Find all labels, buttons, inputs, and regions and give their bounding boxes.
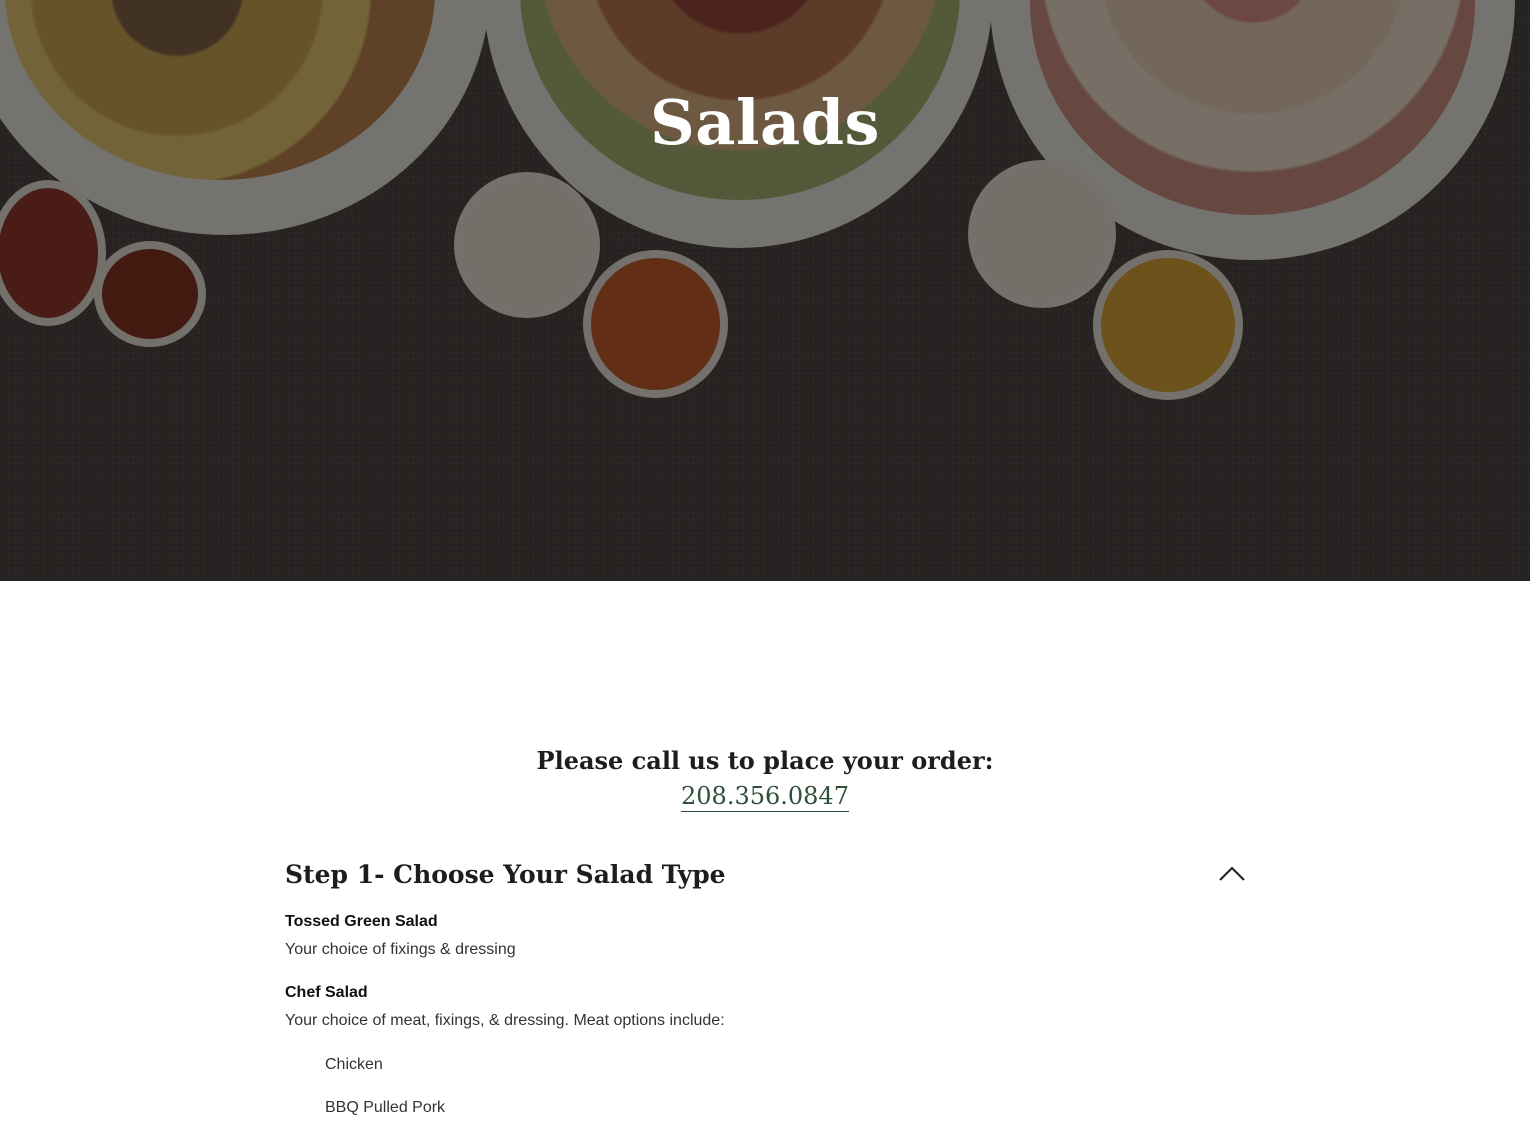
- chevron-up-icon[interactable]: [1216, 862, 1248, 886]
- order-call-text: Please call us to place your order:: [536, 746, 994, 775]
- item-name-tossed-green-salad: Tossed Green Salad: [285, 913, 438, 930]
- meat-option-item: Chicken: [325, 1056, 383, 1073]
- section-heading-step1[interactable]: Step 1- Choose Your Salad Type: [285, 860, 726, 889]
- phone-link[interactable]: 208.356.0847: [681, 782, 849, 812]
- item-desc-tossed-green-salad: Your choice of fixings & dressing: [285, 941, 516, 958]
- hero-banner: Salads: [0, 0, 1530, 581]
- meat-option-item: BBQ Pulled Pork: [325, 1099, 446, 1116]
- item-name-chef-salad: Chef Salad: [285, 984, 368, 1001]
- page-title: Salads: [650, 86, 880, 159]
- item-desc-chef-salad: Your choice of meat, fixings, & dressing…: [285, 1012, 725, 1029]
- phone-number: 208.356.0847: [0, 782, 1530, 812]
